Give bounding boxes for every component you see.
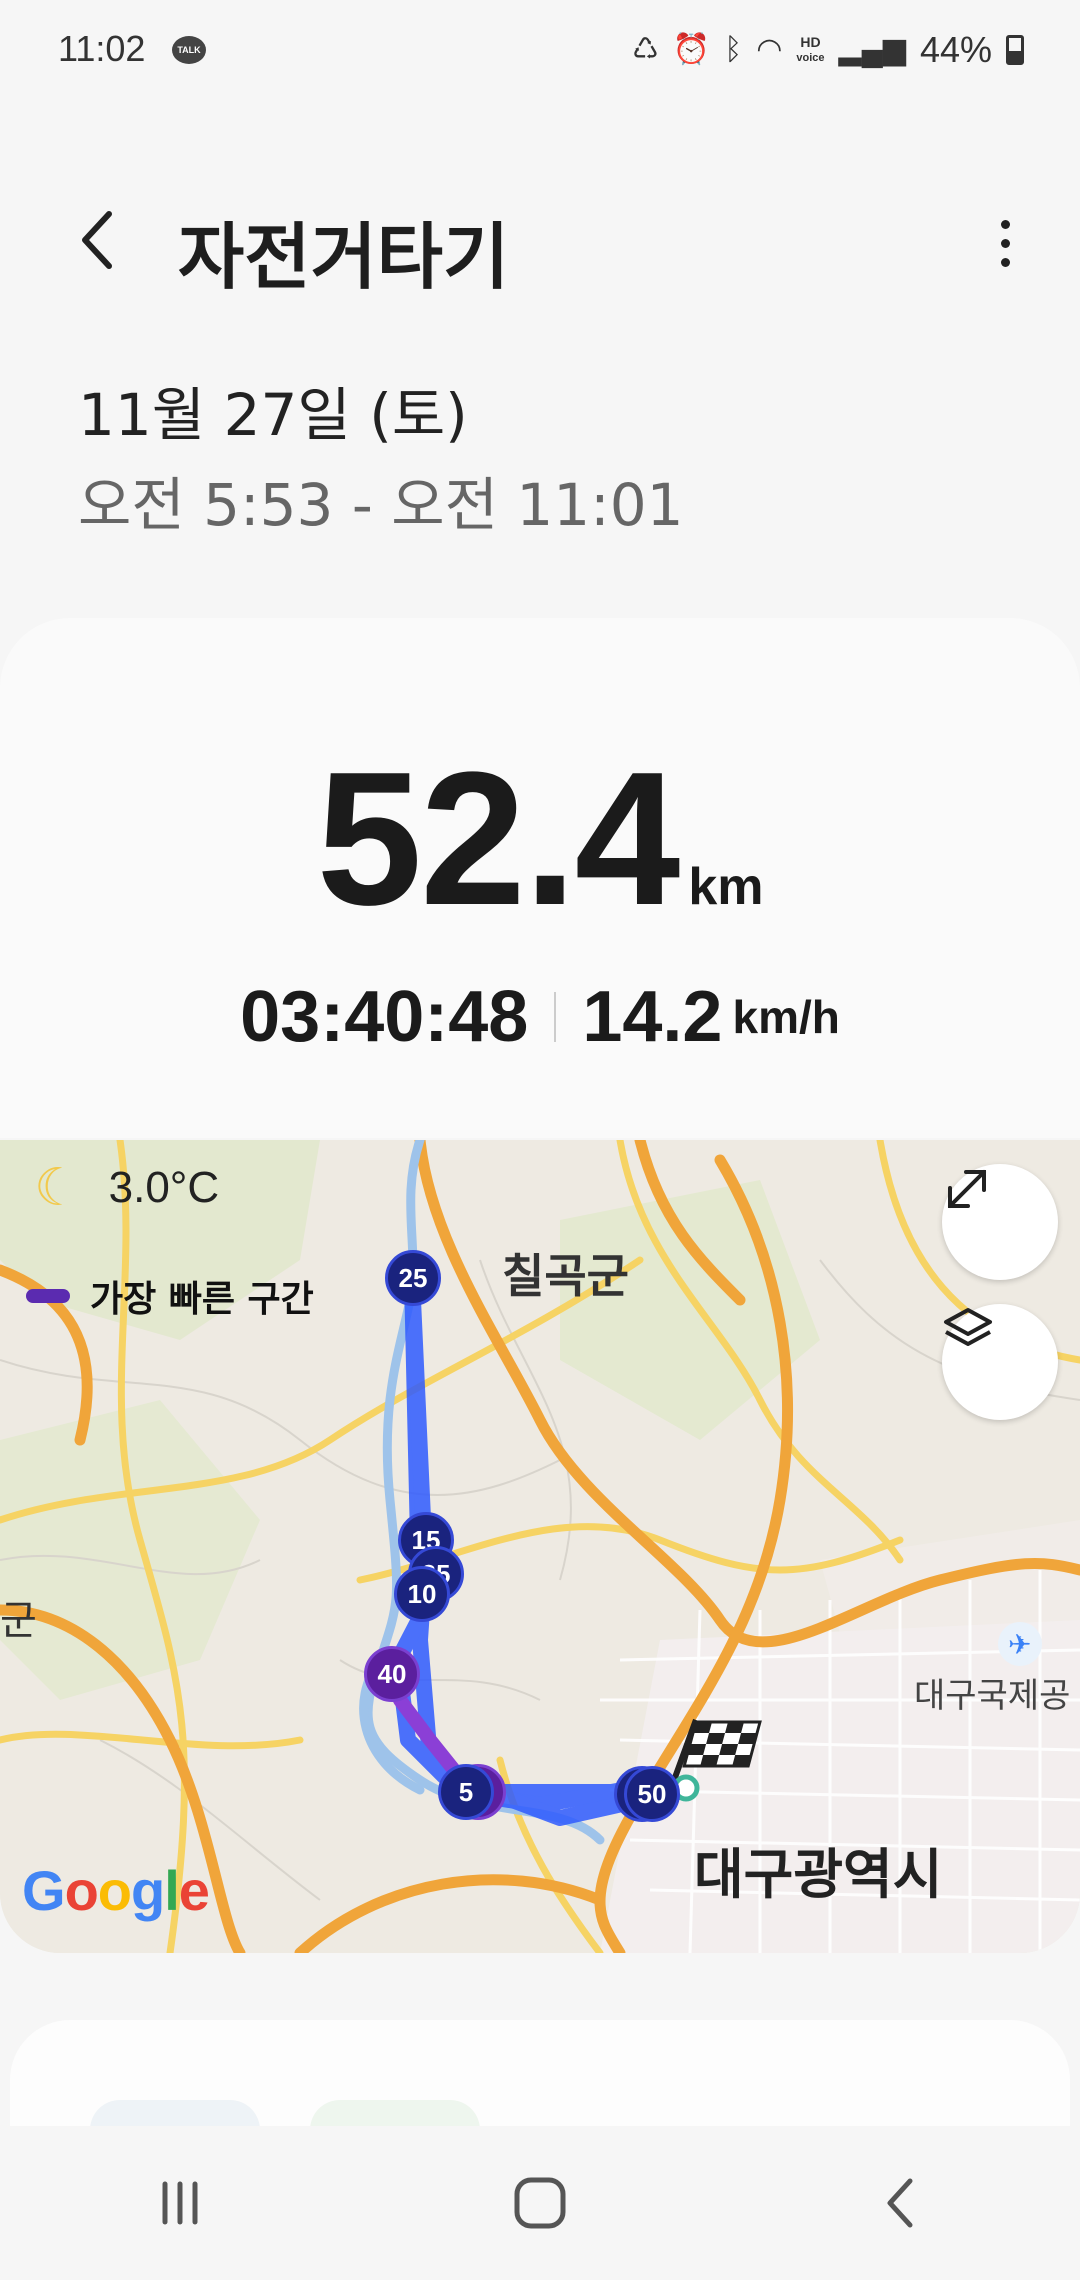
stats-divider	[554, 992, 557, 1042]
page-title: 자전거타기	[178, 215, 510, 299]
km-marker[interactable]: 40	[364, 1646, 420, 1702]
layers-icon	[944, 1308, 992, 1346]
summary-card: 52.4 km 03:40:48 14.2 km/h	[0, 618, 1080, 1138]
session-time-range: 오전 5:53 - 오전 11:01	[78, 471, 684, 539]
map-label-airport: 대구국제공	[914, 1676, 1071, 1716]
kakaotalk-notification-icon: TALK	[172, 36, 206, 64]
status-bar: 11:02 TALK ♺ ⏰ ᛒ ◠ HD voice ▂▄▆ 44%	[0, 0, 1080, 100]
distance-value: 52.4	[316, 733, 681, 945]
alarm-icon: ⏰	[672, 33, 711, 66]
route-map[interactable]: ✈ ☾ 3.0°C 가장 빠른 구간 칠곡군 대구광역시 대구국제공 군 25 …	[0, 1140, 1080, 1953]
km-marker[interactable]: 25	[385, 1250, 441, 1306]
moon-icon: ☾	[34, 1158, 81, 1218]
battery-percent: 44%	[919, 29, 992, 70]
app-header: 자전거타기	[0, 180, 1080, 300]
map-legend: 가장 빠른 구간	[26, 1270, 314, 1322]
signal-icon: ▂▄▆	[838, 33, 906, 66]
battery-icon	[1006, 35, 1024, 65]
expand-map-button[interactable]	[942, 1164, 1058, 1280]
back-button[interactable]	[62, 200, 132, 280]
hd-voice-icon: HD voice	[796, 34, 825, 64]
avg-speed-value: 14.2	[582, 977, 723, 1057]
distance-block: 52.4 km	[0, 730, 1080, 948]
system-nav-bar	[0, 2126, 1080, 2280]
google-logo: Google	[22, 1859, 210, 1922]
system-back-button[interactable]	[850, 2153, 950, 2253]
map-label-chilgok: 칠곡군	[502, 1249, 629, 1303]
speed-unit: km/h	[732, 991, 840, 1043]
home-icon	[514, 2177, 566, 2229]
map-layers-button[interactable]	[942, 1304, 1058, 1420]
km-marker[interactable]: 5	[438, 1764, 494, 1820]
distance-unit: km	[688, 858, 764, 916]
back-icon	[887, 2178, 913, 2228]
chevron-left-icon	[82, 211, 112, 269]
sub-stats: 03:40:48 14.2 km/h	[0, 976, 1080, 1058]
recent-apps-button[interactable]	[130, 2153, 230, 2253]
legend-label: 가장 빠른 구간	[90, 1279, 314, 1320]
map-label-gun: 군	[0, 1598, 37, 1644]
duration-value: 03:40:48	[240, 977, 529, 1057]
weather-info: ☾ 3.0°C	[34, 1162, 219, 1214]
expand-icon	[948, 1170, 986, 1208]
session-date: 11월 27일 (토)	[78, 381, 468, 449]
wifi-icon: ◠	[756, 33, 783, 66]
map-label-daegu: 대구광역시	[694, 1843, 943, 1906]
more-dot-icon	[1000, 219, 1010, 229]
km-marker[interactable]: 10	[394, 1566, 450, 1622]
status-time: 11:02	[58, 28, 146, 69]
km-marker[interactable]: 50	[624, 1766, 680, 1822]
more-options-button[interactable]	[980, 208, 1030, 278]
recents-icon	[162, 2181, 198, 2225]
svg-text:✈: ✈	[1008, 1628, 1031, 1661]
home-button[interactable]	[490, 2153, 590, 2253]
battery-saver-icon: ♺	[631, 33, 659, 66]
status-icons: ♺ ⏰ ᛒ ◠ HD voice ▂▄▆ 44%	[632, 26, 1024, 74]
legend-swatch	[26, 1289, 70, 1303]
temperature: 3.0°C	[108, 1163, 220, 1212]
bluetooth-icon: ᛒ	[724, 33, 743, 66]
